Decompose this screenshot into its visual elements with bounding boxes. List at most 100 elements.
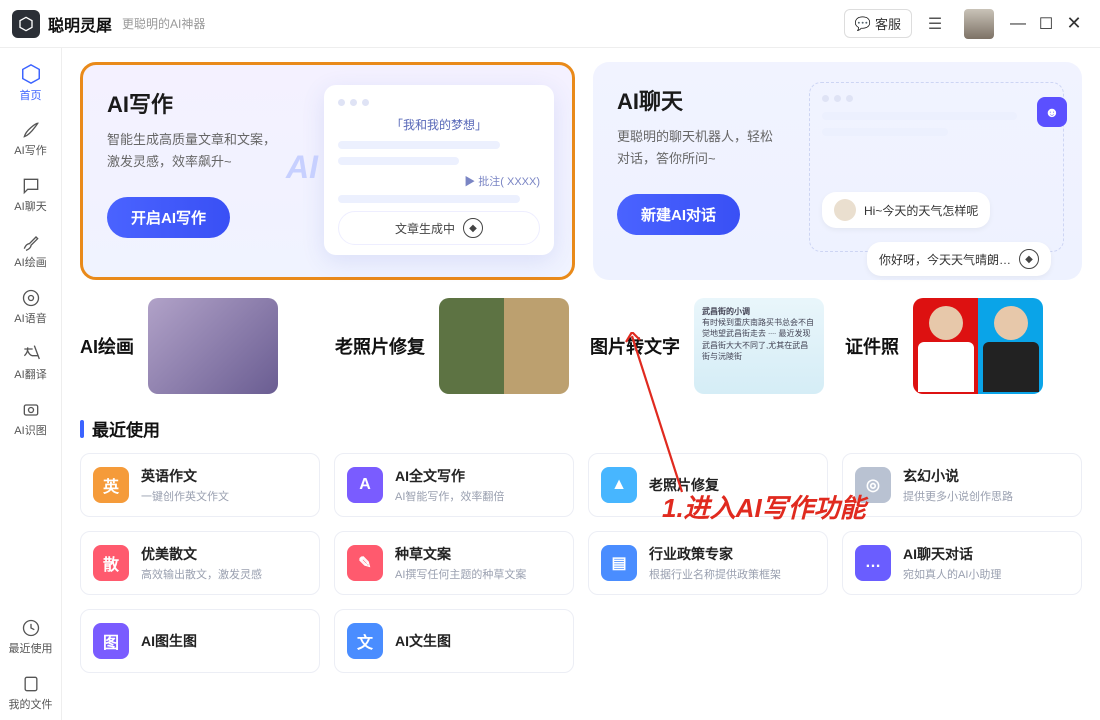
feature-title: 老照片修复 xyxy=(335,333,425,359)
recent-item-title: AI图生图 xyxy=(141,631,197,651)
annotation-text: 1.进入AI写作功能 xyxy=(662,488,866,525)
feature-thumb: 武昌街的小调有时候到重庆南路买书总会不自觉地望武昌街走去 ┈ 最近发现武昌街大大… xyxy=(694,298,824,394)
recent-item-title: AI聊天对话 xyxy=(903,544,1001,564)
recent-item-sub: 宛如真人的AI小助理 xyxy=(903,566,1001,582)
recent-item-title: 英语作文 xyxy=(141,466,229,486)
maximize-button[interactable]: ☐ xyxy=(1032,14,1060,34)
sidebar-item-draw[interactable]: AI绘画 xyxy=(3,224,59,278)
recent-item[interactable]: 英 英语作文 一键创作英文作文 xyxy=(80,453,320,517)
main-content: AI写作 智能生成高质量文章和文案，激发灵感，效率飙升~ 开启AI写作 AI 「… xyxy=(62,48,1100,720)
sidebar-item-vision[interactable]: AI识图 xyxy=(3,392,59,446)
hero-chat[interactable]: AI聊天 更聪明的聊天机器人，轻松对话，答你所问~ 新建AI对话 ☻ Hi~今天… xyxy=(593,62,1082,280)
recent-grid: 英 英语作文 一键创作英文作文A AI全文写作 AI智能写作，效率翻倍▲ 老照片… xyxy=(80,453,1082,673)
recent-item-icon: A xyxy=(347,467,383,503)
recent-item[interactable]: ▤ 行业政策专家 根据行业名称提供政策框架 xyxy=(588,531,828,595)
recent-item[interactable]: … AI聊天对话 宛如真人的AI小助理 xyxy=(842,531,1082,595)
sidebar-item-writing[interactable]: AI写作 xyxy=(3,112,59,166)
sidebar-item-voice[interactable]: AI语音 xyxy=(3,280,59,334)
feature-photo-restore[interactable]: 老照片修复 xyxy=(335,296,572,396)
recent-item-title: 行业政策专家 xyxy=(649,544,781,564)
recent-item[interactable]: ◎ 玄幻小说 提供更多小说创作思路 xyxy=(842,453,1082,517)
recent-item[interactable]: A AI全文写作 AI智能写作，效率翻倍 xyxy=(334,453,574,517)
support-button[interactable]: 💬 客服 xyxy=(844,9,912,38)
sidebar: 首页 AI写作 AI聊天 AI绘画 AI语音 AI翻译 AI识图 最近使用 我的… xyxy=(0,48,62,720)
recent-item-icon: 文 xyxy=(347,623,383,659)
start-writing-button[interactable]: 开启AI写作 xyxy=(107,197,230,238)
brand-icon: ◆ xyxy=(463,218,483,238)
chat-bubble-agent: 你好呀，今天天气晴朗…◆ xyxy=(867,242,1051,276)
recent-item-icon: 散 xyxy=(93,545,129,581)
brand-icon: ◆ xyxy=(1019,249,1039,269)
recent-item-title: AI文生图 xyxy=(395,631,451,651)
support-label: 客服 xyxy=(875,14,901,33)
recent-item-sub: 高效输出散文，激发灵感 xyxy=(141,566,262,582)
sidebar-item-recent[interactable]: 最近使用 xyxy=(3,610,59,664)
avatar[interactable] xyxy=(964,9,994,39)
recent-item[interactable]: 文 AI文生图 xyxy=(334,609,574,673)
app-subtitle: 更聪明的AI神器 xyxy=(122,15,205,32)
recent-item[interactable]: ✎ 种草文案 AI撰写任何主题的种草文案 xyxy=(334,531,574,595)
recent-item-icon: ✎ xyxy=(347,545,383,581)
sidebar-item-label: AI语音 xyxy=(14,310,46,326)
sidebar-item-label: AI聊天 xyxy=(14,198,46,214)
feature-title: AI绘画 xyxy=(80,333,134,359)
doc-title: 「我和我的梦想」 xyxy=(338,116,540,133)
recent-item-sub: AI撰写任何主题的种草文案 xyxy=(395,566,526,582)
app-logo-icon xyxy=(12,10,40,38)
sidebar-item-label: AI翻译 xyxy=(14,366,46,382)
sidebar-item-home[interactable]: 首页 xyxy=(3,56,59,110)
recent-item-icon: … xyxy=(855,545,891,581)
feature-ai-draw[interactable]: AI绘画 xyxy=(80,296,317,396)
doc-status: 文章生成中◆ xyxy=(338,211,540,245)
feature-title: 图片转文字 xyxy=(590,333,680,359)
feature-id-photo[interactable]: 证件照 xyxy=(845,296,1082,396)
sidebar-item-chat[interactable]: AI聊天 xyxy=(3,168,59,222)
new-chat-button[interactable]: 新建AI对话 xyxy=(617,194,740,235)
sidebar-item-label: AI绘画 xyxy=(14,254,46,270)
app-name: 聪明灵犀 xyxy=(48,12,112,36)
feature-row: AI绘画 老照片修复 图片转文字 武昌街的小调有时候到重庆南路买书总会不自觉地望… xyxy=(80,296,1082,396)
hero-writing[interactable]: AI写作 智能生成高质量文章和文案，激发灵感，效率飙升~ 开启AI写作 AI 「… xyxy=(80,62,575,280)
doc-preview: AI 「我和我的梦想」 ▶ 批注( XXXX) 文章生成中◆ xyxy=(324,85,554,255)
feature-thumb xyxy=(148,298,278,394)
recent-item-icon: 英 xyxy=(93,467,129,503)
sidebar-item-label: AI写作 xyxy=(14,142,46,158)
recent-item[interactable]: 散 优美散文 高效输出散文，激发灵感 xyxy=(80,531,320,595)
robot-icon: ☻ xyxy=(1037,97,1067,127)
menu-icon[interactable]: ☰ xyxy=(922,11,948,37)
hero-desc: 智能生成高质量文章和文案，激发灵感，效率飙升~ xyxy=(107,129,307,173)
sidebar-item-files[interactable]: 我的文件 xyxy=(3,666,59,720)
feature-title: 证件照 xyxy=(845,333,899,359)
hero-desc: 更聪明的聊天机器人，轻松对话，答你所问~ xyxy=(617,126,817,170)
sidebar-item-label: AI识图 xyxy=(14,422,46,438)
user-avatar-icon xyxy=(834,199,856,221)
feature-thumb xyxy=(439,298,569,394)
feature-thumb xyxy=(913,298,1043,394)
sidebar-item-translate[interactable]: AI翻译 xyxy=(3,336,59,390)
minimize-button[interactable]: — xyxy=(1004,15,1032,33)
recent-item-title: AI全文写作 xyxy=(395,466,504,486)
feature-ocr[interactable]: 图片转文字 武昌街的小调有时候到重庆南路买书总会不自觉地望武昌街走去 ┈ 最近发… xyxy=(590,296,827,396)
recent-item-title: 玄幻小说 xyxy=(903,466,1013,486)
sidebar-item-label: 我的文件 xyxy=(9,696,53,712)
recent-item-icon: ▤ xyxy=(601,545,637,581)
recent-item-sub: AI智能写作，效率翻倍 xyxy=(395,488,504,504)
recent-item-sub: 提供更多小说创作思路 xyxy=(903,488,1013,504)
recent-item-sub: 根据行业名称提供政策框架 xyxy=(649,566,781,582)
note-chip: ▶ 批注( XXXX) xyxy=(338,173,540,189)
recent-item-title: 优美散文 xyxy=(141,544,262,564)
sidebar-item-label: 首页 xyxy=(20,87,42,103)
close-button[interactable]: ✕ xyxy=(1060,13,1088,34)
recent-item-sub: 一键创作英文作文 xyxy=(141,488,229,504)
chat-bubble-user: Hi~今天的天气怎样呢 xyxy=(822,192,990,228)
recent-item-icon: ▲ xyxy=(601,467,637,503)
recent-item-icon: 图 xyxy=(93,623,129,659)
ai-ghost-icon: AI xyxy=(286,149,318,186)
recent-heading: 最近使用 xyxy=(80,416,1082,441)
chat-icon: 💬 xyxy=(855,16,871,32)
recent-item-title: 种草文案 xyxy=(395,544,526,564)
chat-preview: ☻ Hi~今天的天气怎样呢 你好呀，今天天气晴朗…◆ xyxy=(809,82,1064,252)
sidebar-item-label: 最近使用 xyxy=(9,640,53,656)
titlebar: 聪明灵犀 更聪明的AI神器 💬 客服 ☰ — ☐ ✕ xyxy=(0,0,1100,48)
recent-item[interactable]: 图 AI图生图 xyxy=(80,609,320,673)
